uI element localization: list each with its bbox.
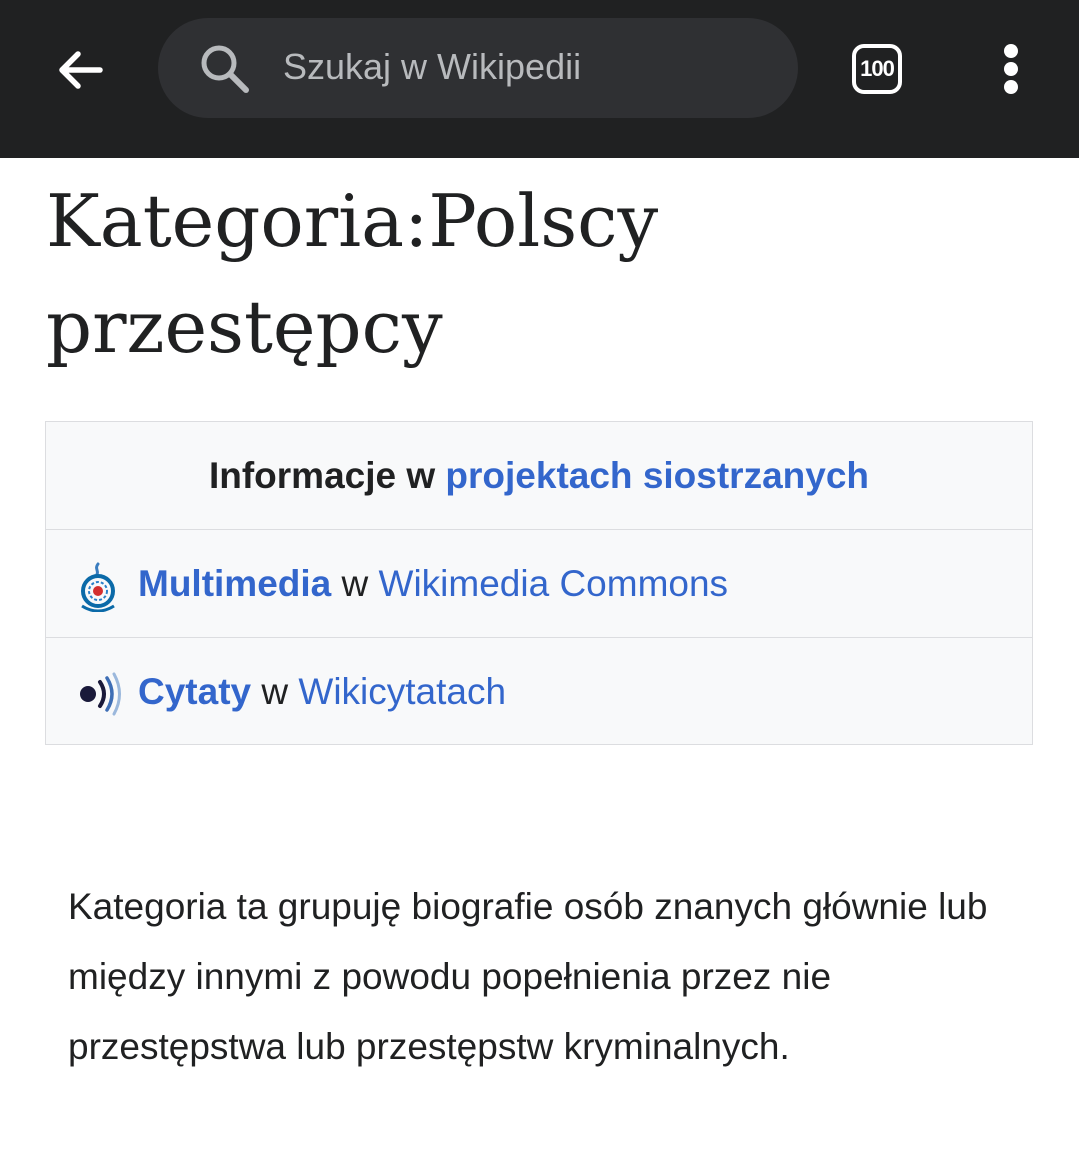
sister-projects-header-prefix: Informacje w — [208, 455, 446, 496]
page-title: Kategoria:Polscy przestępcy — [46, 179, 659, 369]
menu-dot-icon — [1004, 80, 1018, 94]
menu-dot-icon — [1004, 62, 1018, 76]
wikimedia-commons-link[interactable]: Wikimedia Commons — [379, 563, 729, 604]
sister-project-row-wikiquote: Cytaty w Wikicytatach — [46, 638, 1032, 746]
sister-projects-link[interactable]: projektach siostrzanych — [445, 455, 869, 496]
sister-project-row-commons: Multimedia w Wikimedia Commons — [46, 530, 1032, 638]
overflow-menu-button[interactable] — [990, 38, 1034, 100]
menu-dot-icon — [1004, 44, 1018, 58]
search-placeholder: Szukaj w Wikipedii — [283, 46, 582, 87]
tab-count-badge: 100 — [852, 44, 902, 94]
sister-projects-box: Informacje w projektach siostrzanych Mul… — [45, 421, 1033, 745]
back-button[interactable] — [44, 34, 116, 106]
wikiquote-link[interactable]: Wikicytatach — [298, 671, 506, 712]
sister-projects-header: Informacje w projektach siostrzanych — [46, 422, 1032, 530]
multimedia-link[interactable]: Multimedia — [138, 563, 331, 604]
top-toolbar: Szukaj w Wikipedii 100 — [0, 0, 1079, 158]
sister-project-text: Cytaty w Wikicytatach — [138, 638, 506, 746]
wikiquote-icon — [80, 672, 121, 716]
quotes-link[interactable]: Cytaty — [138, 671, 251, 712]
tabs-button[interactable]: 100 — [848, 40, 906, 98]
search-icon — [201, 45, 249, 93]
category-description: Kategoria ta grupuję biografie osób znan… — [68, 886, 988, 1067]
connector-text: w — [251, 671, 299, 712]
connector-text: w — [331, 563, 379, 604]
wikimedia-commons-icon — [81, 562, 115, 612]
back-arrow-icon — [59, 51, 103, 89]
search-input[interactable]: Szukaj w Wikipedii — [158, 18, 798, 118]
sister-project-text: Multimedia w Wikimedia Commons — [138, 530, 728, 638]
